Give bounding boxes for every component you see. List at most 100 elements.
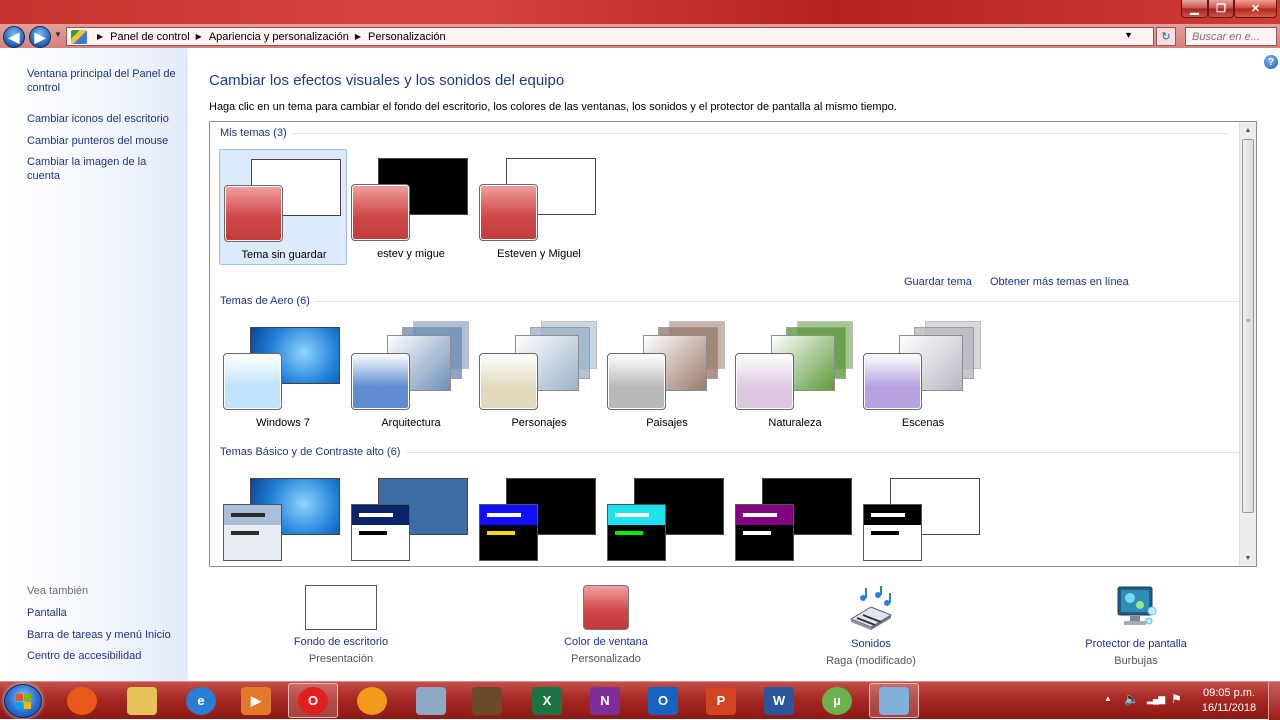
taskbar-app-bubble-app[interactable] — [347, 683, 397, 718]
search-input[interactable]: Buscar en e... — [1185, 27, 1277, 46]
network-icon[interactable]: ▂▄▆ — [1147, 694, 1165, 705]
firefox-icon — [67, 686, 97, 715]
theme-label: Personajes — [511, 417, 567, 429]
taskbar-app-control-panel[interactable] — [869, 683, 919, 718]
refresh-button[interactable]: ↻ — [1156, 27, 1176, 46]
maximize-button[interactable]: ❐ — [1208, 0, 1234, 18]
forward-arrow-icon: ▶ — [34, 28, 46, 45]
taskbar-app-opera[interactable]: O — [288, 683, 338, 718]
save-theme-link[interactable]: Guardar tema — [904, 276, 972, 288]
taskbar-app-explorer[interactable] — [117, 683, 167, 718]
theme-aero-2[interactable]: Arquitectura — [347, 318, 475, 434]
desktop-background-value: Presentación — [308, 653, 374, 665]
volume-icon[interactable]: 🔈 — [1124, 692, 1139, 706]
minimize-button[interactable]: ▁ — [1181, 0, 1208, 18]
theme-window-preview — [223, 504, 282, 561]
recent-pages-button[interactable]: ▼ — [54, 30, 62, 39]
theme-tema-sin-guardar[interactable]: Tema sin guardar — [219, 149, 347, 265]
theme-color-swatch — [351, 184, 410, 241]
theme-text-line — [487, 531, 515, 535]
link-accessibility-center[interactable]: Centro de accesibilidad — [27, 649, 182, 663]
scroll-up-arrow-icon[interactable]: ▲ — [1240, 122, 1256, 138]
breadcrumb-separator-icon[interactable]: ▶ — [196, 32, 202, 41]
address-bar[interactable]: ▶ Panel de control ▶ Apariencia y person… — [66, 27, 1154, 46]
scrollbar-thumb[interactable]: ≡ — [1242, 139, 1254, 513]
theme-estev-y-migue[interactable]: estev y migue — [347, 149, 475, 265]
clock[interactable]: 09:05 p.m. 16/11/2018 — [1196, 686, 1262, 716]
theme-basic-3[interactable] — [475, 469, 603, 566]
theme-aero-4[interactable]: Paisajes — [603, 318, 731, 434]
taskbar-app-internet-explorer[interactable]: e — [176, 683, 226, 718]
breadcrumb-separator-icon[interactable]: ▶ — [97, 32, 103, 41]
windows-logo-icon — [24, 694, 31, 701]
taskbar-app-excel[interactable]: X — [522, 683, 572, 718]
address-dropdown-icon[interactable]: ▼ — [1124, 30, 1133, 40]
windows-logo-icon — [16, 694, 23, 701]
theme-basic-4[interactable] — [603, 469, 731, 566]
option-screen-saver[interactable]: Protector de pantalla Burbujas — [1056, 585, 1216, 667]
taskbar-app-powerpoint[interactable]: P — [696, 683, 746, 718]
taskbar-app-media[interactable]: ▶ — [231, 683, 281, 718]
breadcrumb-panel-de-control[interactable]: Panel de control — [110, 31, 190, 43]
theme-text-line — [871, 531, 899, 535]
get-more-themes-link[interactable]: Obtener más temas en línea — [990, 276, 1129, 288]
taskbar-app-outlook[interactable]: O — [638, 683, 688, 718]
show-desktop-button[interactable] — [1268, 682, 1280, 720]
theme-aero-6[interactable]: Escenas — [859, 318, 987, 434]
theme-title-bar-text — [487, 513, 521, 517]
option-sounds[interactable]: Sonidos Raga (modificado) — [791, 585, 951, 667]
link-control-panel-home[interactable]: Ventana principal del Panel de control — [27, 67, 182, 95]
breadcrumb-personalizacion[interactable]: Personalización — [368, 31, 446, 43]
media-icon: ▶ — [241, 686, 271, 715]
taskbar-app-calculator[interactable] — [406, 683, 456, 718]
opera-icon: O — [298, 686, 328, 715]
link-taskbar-start[interactable]: Barra de tareas y menú Inicio — [27, 628, 182, 642]
option-window-color[interactable]: Color de ventana Personalizado — [526, 585, 686, 665]
theme-label: Arquitectura — [381, 417, 441, 429]
screen-saver-link[interactable]: Protector de pantalla — [1056, 638, 1216, 650]
theme-basic-1[interactable] — [219, 469, 347, 566]
sounds-link[interactable]: Sonidos — [791, 638, 951, 650]
taskbar-app-utorrent[interactable]: µ — [812, 683, 862, 718]
breadcrumb-separator-icon[interactable]: ▶ — [355, 32, 361, 41]
taskbar-app-word[interactable]: W — [754, 683, 804, 718]
theme-esteven-y-miguel[interactable]: Esteven y Miguel — [475, 149, 603, 265]
theme-window-preview — [607, 504, 666, 561]
page-description: Haga clic en un tema para cambiar el fon… — [209, 101, 897, 113]
breadcrumb-apariencia[interactable]: Apariencia y personalización — [209, 31, 349, 43]
theme-basic-5[interactable] — [731, 469, 859, 566]
back-button[interactable]: ◀ — [3, 26, 25, 48]
theme-text-line — [231, 531, 259, 535]
link-display[interactable]: Pantalla — [27, 606, 182, 620]
page-title: Cambiar los efectos visuales y los sonid… — [209, 72, 565, 89]
vertical-scrollbar[interactable]: ▲ ≡ ▼ — [1239, 122, 1256, 566]
theme-basic-6[interactable] — [859, 469, 987, 566]
theme-aero-3[interactable]: Personajes — [475, 318, 603, 434]
theme-title-bar-text — [871, 513, 905, 517]
link-mouse-pointers[interactable]: Cambiar punteros del mouse — [27, 134, 182, 148]
action-center-flag-icon[interactable]: ⚑ — [1171, 692, 1182, 706]
help-icon[interactable]: ? — [1264, 55, 1278, 69]
theme-basic-2[interactable] — [347, 469, 475, 566]
desktop-background-link[interactable]: Fondo de escritorio — [261, 636, 421, 648]
word-icon: W — [764, 686, 794, 715]
show-hidden-icons-icon[interactable]: ▲ — [1104, 694, 1112, 703]
option-desktop-background[interactable]: Fondo de escritorio Presentación — [261, 585, 421, 665]
start-button[interactable] — [4, 684, 42, 718]
scroll-down-arrow-icon[interactable]: ▼ — [1240, 550, 1256, 566]
taskbar-app-onenote[interactable]: N — [580, 683, 630, 718]
link-account-picture[interactable]: Cambiar la imagen de la cuenta — [27, 155, 182, 183]
theme-aero-1[interactable]: Windows 7 — [219, 318, 347, 434]
theme-aero-5[interactable]: Naturaleza — [731, 318, 859, 434]
taskbar-app-character[interactable] — [462, 683, 512, 718]
forward-button[interactable]: ▶ — [29, 26, 51, 48]
link-desktop-icons[interactable]: Cambiar iconos del escritorio — [27, 112, 182, 126]
divider — [314, 301, 1244, 302]
taskbar-app-firefox[interactable] — [57, 683, 107, 718]
theme-window-preview — [351, 504, 410, 561]
theme-text-line — [359, 531, 387, 535]
theme-window-preview — [863, 504, 922, 561]
window-color-link[interactable]: Color de ventana — [526, 636, 686, 648]
explorer-icon — [127, 686, 157, 715]
close-button[interactable]: ✕ — [1234, 0, 1277, 18]
